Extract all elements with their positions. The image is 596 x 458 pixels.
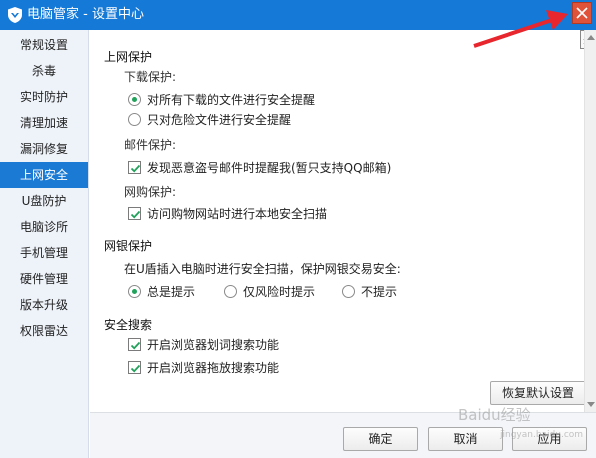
checkbox-indicator[interactable]	[128, 161, 141, 174]
bank-protection-description: 在U盾插入电脑时进行安全扫描，保护网银交易安全:	[124, 262, 401, 276]
sidebar-item-phone[interactable]: 手机管理	[0, 240, 88, 266]
bank-always-label: 总是提示	[147, 285, 196, 299]
radio-indicator[interactable]	[224, 285, 237, 298]
title-bar: 电脑管家 - 设置中心	[0, 0, 596, 30]
radio-indicator[interactable]	[342, 285, 355, 298]
word-search-label: 开启浏览器划词搜索功能	[147, 338, 280, 352]
vertical-scrollbar[interactable]	[584, 30, 596, 412]
settings-content: 上网保护 下载保护: 对所有下载的文件进行安全提醒 只对危险文件进行安全提醒 邮…	[90, 30, 586, 412]
download-danger-label: 只对危险文件进行安全提醒	[147, 113, 292, 127]
baidu-watermark: Baidu经验	[458, 406, 531, 424]
scroll-up-arrow-icon[interactable]	[587, 35, 595, 40]
ok-button[interactable]: 确定	[343, 427, 418, 451]
safe-search-title: 安全搜索	[104, 318, 153, 332]
restore-default-button[interactable]: 恢复默认设置	[490, 381, 586, 405]
sidebar-item-vulnerability[interactable]: 漏洞修复	[0, 136, 88, 162]
sidebar-item-upgrade[interactable]: 版本升级	[0, 292, 88, 318]
cancel-button[interactable]: 取消	[428, 427, 503, 451]
sidebar-item-antivirus[interactable]: 杀毒	[0, 58, 88, 84]
bank-risk-only-label: 仅风险时提示	[243, 285, 316, 299]
bank-never-label: 不提示	[361, 285, 398, 299]
sidebar-item-hardware[interactable]: 硬件管理	[0, 266, 88, 292]
close-button[interactable]	[572, 2, 592, 24]
download-protection-label: 下载保护:	[124, 70, 177, 84]
shield-logo-icon	[6, 6, 24, 24]
sidebar-item-clinic[interactable]: 电脑诊所	[0, 214, 88, 240]
baidu-watermark-url: jingyan.baidu.com	[500, 430, 584, 440]
checkbox-indicator[interactable]	[128, 207, 141, 220]
window-title: 电脑管家 - 设置中心	[27, 7, 144, 22]
shopping-scan-label: 访问购物网站时进行本地安全扫描	[147, 207, 328, 221]
sidebar-item-web-security[interactable]: 上网安全	[0, 162, 88, 188]
sidebar-item-cleanup[interactable]: 清理加速	[0, 110, 88, 136]
sidebar-item-usb[interactable]: U盘防护	[0, 188, 88, 214]
checkbox-indicator[interactable]	[128, 338, 141, 351]
sidebar-item-realtime[interactable]: 实时防护	[0, 84, 88, 110]
download-all-label: 对所有下载的文件进行安全提醒	[147, 93, 316, 107]
sidebar-item-general[interactable]: 常规设置	[0, 32, 88, 58]
checkbox-indicator[interactable]	[128, 361, 141, 374]
mail-alert-label: 发现恶意盗号邮件时提醒我(暂只支持QQ邮箱)	[147, 161, 392, 175]
radio-indicator[interactable]	[128, 285, 141, 298]
scroll-down-arrow-icon[interactable]	[587, 402, 595, 407]
sidebar-item-permission[interactable]: 权限雷达	[0, 318, 88, 344]
shopping-protection-label: 网购保护:	[124, 185, 177, 199]
sidebar-nav: 常规设置 杀毒 实时防护 清理加速 漏洞修复 上网安全 U盘防护 电脑诊所 手机…	[0, 30, 89, 458]
mail-protection-label: 邮件保护:	[124, 138, 177, 152]
net-protection-title: 上网保护	[104, 50, 153, 64]
radio-indicator[interactable]	[128, 113, 141, 126]
drag-search-label: 开启浏览器拖放搜索功能	[147, 361, 280, 375]
bank-protection-title: 网银保护	[104, 239, 153, 253]
radio-indicator[interactable]	[128, 93, 141, 106]
